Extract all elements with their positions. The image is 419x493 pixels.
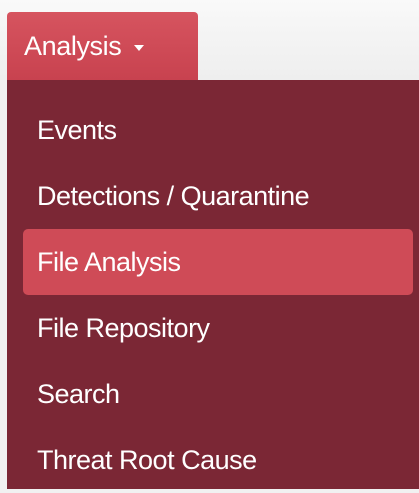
menu-item-events[interactable]: Events [23, 97, 413, 163]
analysis-dropdown-menu: Events Detections / Quarantine File Anal… [7, 80, 419, 489]
menu-item-detections-quarantine[interactable]: Detections / Quarantine [23, 163, 413, 229]
menu-item-file-repository[interactable]: File Repository [23, 295, 413, 361]
menu-item-file-analysis[interactable]: File Analysis [23, 229, 413, 295]
menu-item-search[interactable]: Search [23, 361, 413, 427]
caret-down-icon [134, 44, 145, 51]
analysis-dropdown-label: Analysis [24, 30, 122, 61]
analysis-dropdown-toggle[interactable]: Analysis [7, 12, 198, 80]
menu-item-threat-root-cause[interactable]: Threat Root Cause [23, 427, 413, 493]
top-navbar: Analysis [0, 0, 419, 80]
